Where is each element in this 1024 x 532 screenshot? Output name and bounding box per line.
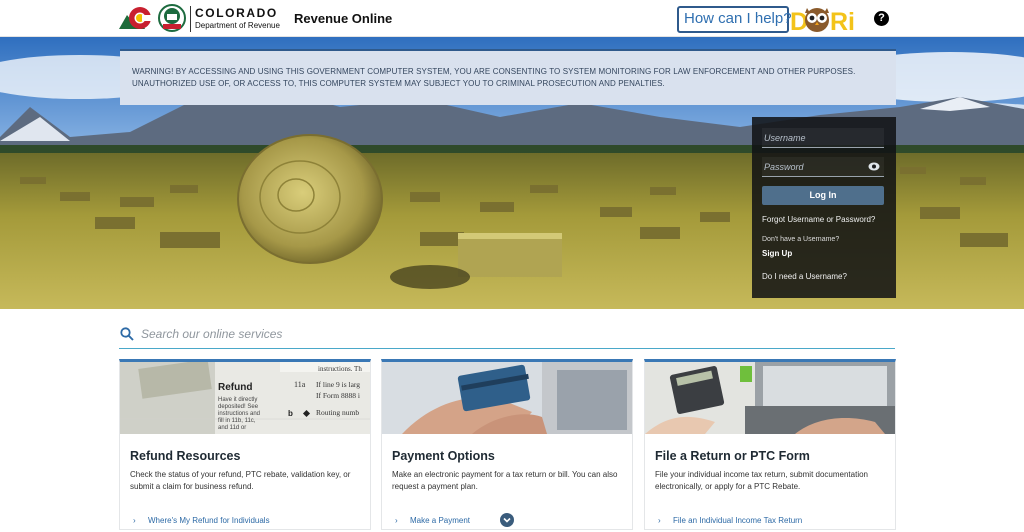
card-title: File a Return or PTC Form [655,449,810,463]
card-description: File your individual income tax return, … [655,470,868,491]
password-placeholder: Password [764,162,804,172]
refund-heading: Refund [218,382,253,393]
refund-form-image: instructions. Th Refund 11a If line 9 is… [120,362,370,434]
login-panel: Username Password Log In Forgot Username… [752,117,896,298]
form-line-a: instructions. Th [318,365,362,373]
chevron-right-icon: › [395,516,398,525]
app-title: Revenue Online [294,11,393,26]
refund-side-text: Have it directly deposited! See instruct… [218,397,261,431]
need-username-link[interactable]: Do I need a Username? [762,272,847,281]
cdor-seal-icon [158,4,186,32]
help-chat-label[interactable]: How can I help? [684,10,792,27]
card-description: Make an electronic payment for a tax ret… [392,470,618,491]
show-password-eye-icon[interactable] [868,162,880,171]
forgot-credentials-link[interactable]: Forgot Username or Password? [762,215,875,224]
card-title: Payment Options [392,449,495,463]
card-title: Refund Resources [130,449,241,463]
refund-resources-card: instructions. Th Refund 11a If line 9 is… [119,359,371,530]
no-username-text: Don't have a Username? [762,236,840,243]
svg-text:Ri: Ri [830,8,855,35]
chevron-right-icon: › [658,516,661,525]
file-income-tax-return-link[interactable]: File an Individual Income Tax Return [673,516,802,525]
file-return-card: File a Return or PTC Form File your indi… [644,359,896,530]
logo-state-name: COLORADO [195,6,278,20]
form-line-c: If Form 8888 i [316,391,360,400]
chevron-right-icon: › [133,516,136,525]
services-search[interactable]: Search our online services [119,325,895,349]
search-input-placeholder[interactable]: Search our online services [141,327,282,341]
payment-options-card: Payment Options Make an electronic payme… [381,359,633,530]
dori-owl-icon[interactable]: D Ri [790,3,862,35]
security-warning-banner: WARNING! BY ACCESSING AND USING THIS GOV… [120,49,896,105]
form-line-d: Routing numb [316,408,360,417]
form-line-b: If line 9 is larg [316,380,361,389]
payment-card-image [382,362,632,434]
username-placeholder: Username [764,133,806,143]
username-input[interactable]: Username [762,128,884,148]
card-description: Check the status of your refund, PTC reb… [130,470,351,491]
calculator-laptop-image [645,362,895,434]
wheres-my-refund-link[interactable]: Where's My Refund for Individuals [148,516,270,525]
login-button[interactable]: Log In [762,186,884,205]
make-payment-link[interactable]: Make a Payment [410,516,470,525]
logo-divider [190,6,191,32]
search-icon [120,327,134,341]
chevron-down-icon[interactable] [500,513,514,527]
logo-department-name: Department of Revenue [195,21,280,30]
password-input[interactable]: Password [762,157,884,177]
question-circle-icon[interactable]: ? [874,11,889,26]
signup-link[interactable]: Sign Up [762,249,792,258]
colorado-c-logo-icon[interactable] [119,5,155,31]
site-header: COLORADO Department of Revenue Revenue O… [0,0,1024,37]
form-bullet: b [288,409,293,418]
form-line-number: 11a [294,380,306,389]
